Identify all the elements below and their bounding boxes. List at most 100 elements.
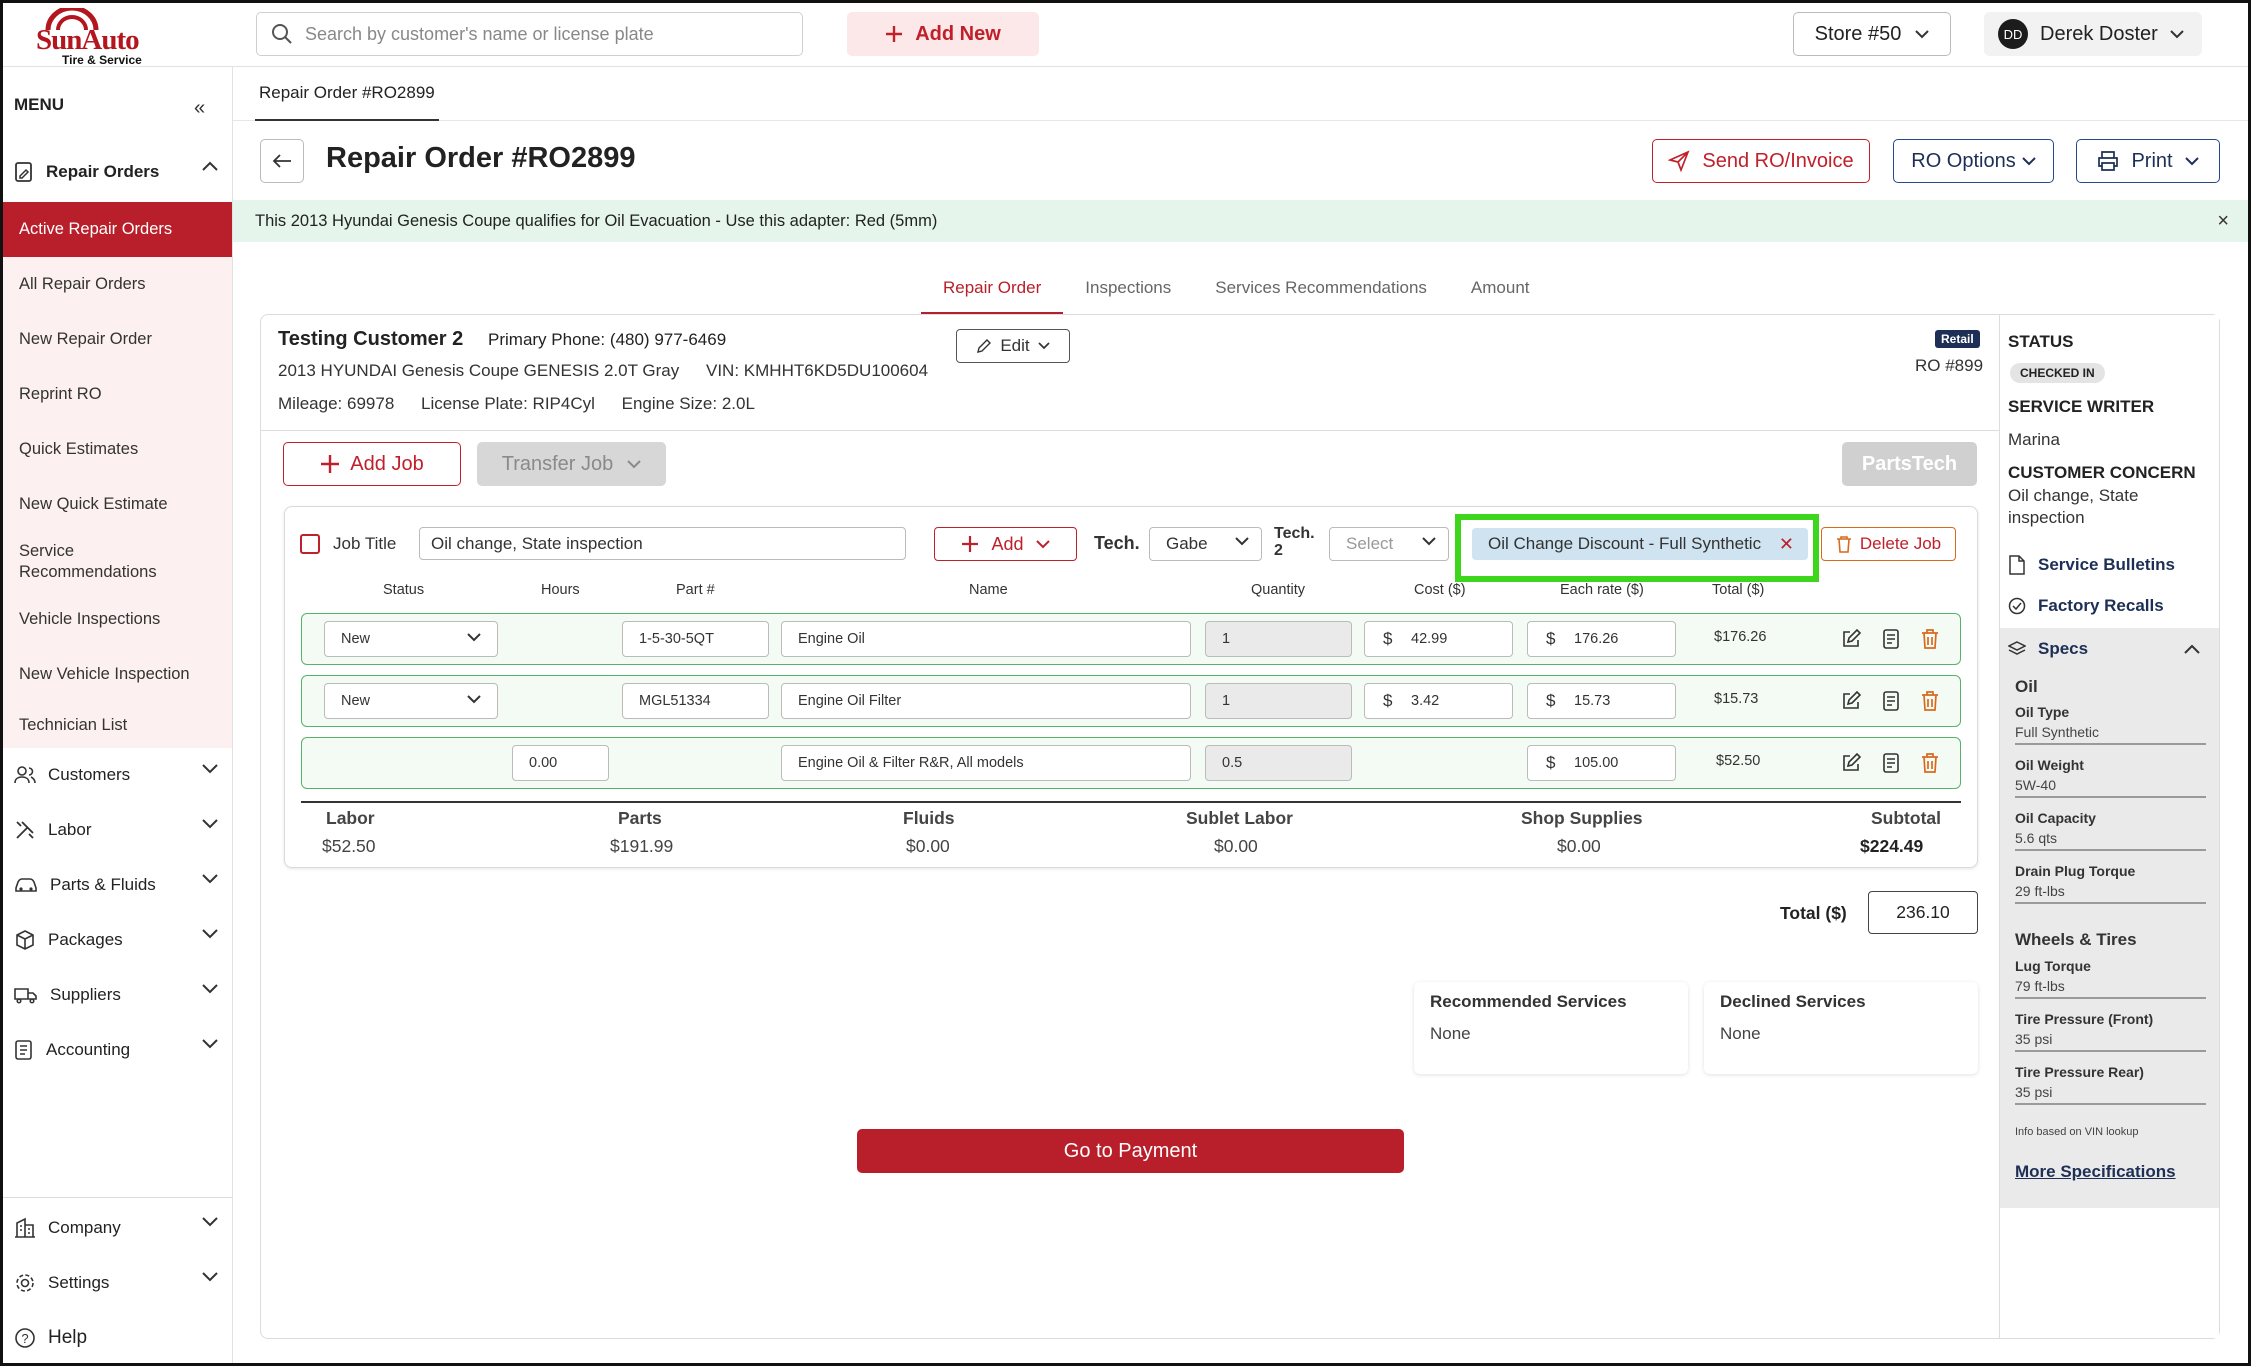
- partstech-button[interactable]: PartsTech: [1842, 442, 1977, 486]
- quantity-input[interactable]: 1: [1205, 683, 1352, 719]
- document-edit-icon: [15, 162, 32, 182]
- item-name-input[interactable]: Engine Oil & Filter R&R, All models: [781, 745, 1191, 781]
- status-value: New: [341, 631, 371, 647]
- hours-input[interactable]: 0.00: [512, 745, 609, 781]
- cost-value: 3.42: [1411, 693, 1440, 709]
- notes-icon[interactable]: [1882, 691, 1900, 711]
- cost-input[interactable]: $42.99: [1364, 621, 1513, 657]
- sidebar-bottom-divider: [0, 1197, 232, 1198]
- sidebar-item-technician-list[interactable]: Technician List: [0, 702, 232, 748]
- sidebar-item-new-vehicle-inspection[interactable]: New Vehicle Inspection: [0, 647, 232, 702]
- tab-amount[interactable]: Amount: [1449, 268, 1552, 314]
- notes-icon[interactable]: [1882, 629, 1900, 649]
- add-item-button[interactable]: Add: [934, 527, 1077, 561]
- close-icon[interactable]: ×: [2217, 200, 2229, 242]
- sidebar-group-label: Labor: [48, 820, 92, 839]
- sidebar-item-quick-estimates[interactable]: Quick Estimates: [0, 422, 232, 477]
- sidebar-group-labor[interactable]: Labor: [0, 805, 232, 855]
- sidebar-item-help[interactable]: ? Help: [0, 1313, 232, 1363]
- cost-input[interactable]: $3.42: [1364, 683, 1513, 719]
- trash-icon[interactable]: [1921, 753, 1939, 773]
- chevron-down-icon: [2022, 156, 2036, 165]
- customer-name[interactable]: Testing Customer 2: [278, 328, 463, 351]
- sidebar-group-repair-orders[interactable]: Repair Orders: [0, 147, 232, 197]
- more-specifications-link[interactable]: More Specifications: [2015, 1162, 2176, 1182]
- tech2-select[interactable]: Select: [1329, 527, 1449, 561]
- discount-label: Oil Change Discount - Full Synthetic: [1488, 534, 1762, 553]
- sidebar-item-active-repair-orders[interactable]: Active Repair Orders: [0, 202, 232, 257]
- status-select[interactable]: New: [324, 683, 498, 719]
- sidebar-item-reprint-ro[interactable]: Reprint RO: [0, 367, 232, 422]
- total-input[interactable]: 236.10: [1868, 891, 1978, 934]
- sidebar-group-customers[interactable]: Customers: [0, 750, 232, 800]
- item-name-input[interactable]: Engine Oil: [781, 621, 1191, 657]
- notes-icon[interactable]: [1882, 753, 1900, 773]
- quantity-input[interactable]: 0.5: [1205, 745, 1352, 781]
- delete-job-label: Delete Job: [1859, 534, 1942, 553]
- remove-discount-icon[interactable]: ✕: [1779, 528, 1794, 560]
- rate-input[interactable]: $105.00: [1527, 745, 1676, 781]
- sidebar-group-parts-fluids[interactable]: Parts & Fluids: [0, 860, 232, 910]
- add-new-label: Add New: [915, 22, 1001, 45]
- discount-chip[interactable]: Oil Change Discount - Full Synthetic ✕: [1472, 528, 1808, 560]
- sidebar-group-label: Parts & Fluids: [50, 875, 156, 894]
- rate-input[interactable]: $15.73: [1527, 683, 1676, 719]
- collapse-sidebar-icon[interactable]: «: [194, 97, 205, 120]
- item-name-input[interactable]: Engine Oil Filter: [781, 683, 1191, 719]
- delete-job-button[interactable]: Delete Job: [1821, 527, 1956, 561]
- search-input[interactable]: Search by customer's name or license pla…: [256, 12, 803, 56]
- breadcrumb-tab[interactable]: Repair Order #RO2899: [255, 67, 439, 121]
- rate-input[interactable]: $176.26: [1527, 621, 1676, 657]
- transfer-job-button[interactable]: Transfer Job: [477, 442, 666, 486]
- factory-recalls-link[interactable]: Factory Recalls: [2008, 596, 2164, 616]
- spec-item: Lug Torque 79 ft-lbs: [2015, 958, 2206, 999]
- recommended-services-heading: Recommended Services: [1430, 992, 1627, 1011]
- fluids-label: Fluids: [903, 808, 955, 828]
- factory-recalls-label: Factory Recalls: [2038, 596, 2164, 615]
- part-number-input[interactable]: MGL51334: [622, 683, 769, 719]
- sidebar-item-service-recommendations[interactable]: Service Recommendations: [0, 532, 170, 592]
- sidebar-group-settings[interactable]: Settings: [0, 1258, 232, 1308]
- trash-icon[interactable]: [1921, 629, 1939, 649]
- quantity-input[interactable]: 1: [1205, 621, 1352, 657]
- trash-icon[interactable]: [1921, 691, 1939, 711]
- edit-icon[interactable]: [1841, 691, 1861, 711]
- subtotal-label: Subtotal: [1871, 808, 1941, 828]
- status-select[interactable]: New: [324, 621, 498, 657]
- sidebar-group-packages[interactable]: Packages: [0, 915, 232, 965]
- add-new-button[interactable]: Add New: [847, 12, 1039, 56]
- edit-customer-button[interactable]: Edit: [956, 329, 1070, 363]
- sidebar-group-company[interactable]: Company: [0, 1203, 232, 1253]
- back-button[interactable]: [260, 139, 304, 183]
- sidebar-group-accounting[interactable]: Accounting: [0, 1025, 232, 1075]
- tech-select[interactable]: Gabe: [1149, 527, 1262, 561]
- add-job-button[interactable]: Add Job: [283, 442, 461, 486]
- store-select[interactable]: Store #50: [1793, 12, 1951, 56]
- sidebar-group-label: Repair Orders: [46, 162, 160, 181]
- print-button[interactable]: Print: [2076, 139, 2220, 183]
- edit-icon[interactable]: [1841, 753, 1861, 773]
- specs-toggle[interactable]: Specs: [2008, 639, 2088, 659]
- job-select-checkbox[interactable]: [300, 534, 320, 554]
- send-ro-invoice-button[interactable]: Send RO/Invoice: [1652, 139, 1870, 183]
- user-menu[interactable]: DD Derek Doster: [1984, 12, 2202, 56]
- part-number-input[interactable]: 1-5-30-5QT: [622, 621, 769, 657]
- tab-services-recommendations[interactable]: Services Recommendations: [1193, 268, 1449, 314]
- sidebar-item-all-repair-orders[interactable]: All Repair Orders: [0, 257, 232, 312]
- sidebar-item-new-repair-order[interactable]: New Repair Order: [0, 312, 232, 367]
- ro-number: RO #899: [1915, 356, 1984, 375]
- edit-icon[interactable]: [1841, 629, 1861, 649]
- tab-repair-order[interactable]: Repair Order: [921, 268, 1064, 314]
- ro-options-button[interactable]: RO Options: [1893, 139, 2054, 183]
- tab-inspections[interactable]: Inspections: [1063, 268, 1193, 314]
- brand-logo[interactable]: SunAuto Tire & Service: [36, 8, 154, 67]
- service-bulletins-link[interactable]: Service Bulletins: [2008, 555, 2175, 575]
- go-to-payment-button[interactable]: Go to Payment: [857, 1129, 1404, 1173]
- sidebar-group-suppliers[interactable]: Suppliers: [0, 970, 232, 1020]
- sidebar-group-label: Company: [48, 1218, 121, 1237]
- sidebar-item-vehicle-inspections[interactable]: Vehicle Inspections: [0, 592, 232, 647]
- job-title-input[interactable]: Oil change, State inspection: [419, 527, 906, 560]
- specs-label: Specs: [2038, 639, 2089, 658]
- sidebar-item-new-quick-estimate[interactable]: New Quick Estimate: [0, 477, 232, 532]
- chevron-up-icon[interactable]: [2184, 644, 2200, 654]
